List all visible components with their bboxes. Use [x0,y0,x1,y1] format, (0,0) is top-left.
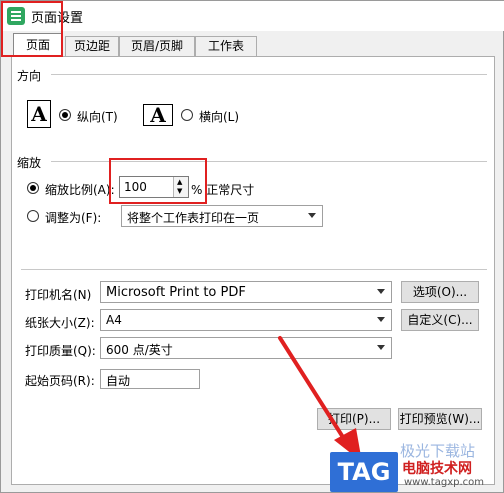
page-setup-dialog: 页面设置 页边距 页眉/页脚 工作表 页面 方向 A 纵向(T) A 横向(L)… [0,0,504,493]
watermark-site-name: 电脑技术网 [402,461,472,477]
portrait-label[interactable]: 纵向(T) [77,108,118,125]
printer-separator [21,269,487,270]
tab-margins[interactable]: 页边距 [65,36,119,56]
paper-size-select[interactable]: A4 [100,309,392,331]
start-page-input[interactable]: 自动 [100,369,200,389]
print-quality-label: 打印质量(Q): [25,344,96,358]
orientation-separator [51,74,487,75]
fit-radio[interactable] [27,210,39,222]
tab-worksheet[interactable]: 工作表 [195,36,257,56]
printer-options-button[interactable]: 选项(O)... [401,281,479,303]
fit-select[interactable]: 将整个工作表打印在一页 [121,205,323,227]
tab-header-footer[interactable]: 页眉/页脚 [119,36,195,56]
paper-size-label: 纸张大小(Z): [25,316,95,330]
tag-logo: TAG [330,452,398,492]
print-quality-value: 600 点/英寸 [106,343,173,357]
portrait-radio[interactable] [59,109,71,121]
paper-size-value: A4 [106,313,122,327]
chevron-down-icon [377,317,385,322]
printer-select[interactable]: Microsoft Print to PDF [100,281,392,303]
landscape-icon: A [143,104,173,126]
portrait-icon: A [27,100,51,128]
watermark-url: www.tagxp.com [404,477,484,488]
chevron-down-icon [308,213,316,218]
landscape-label[interactable]: 横向(L) [199,108,239,125]
custom-size-button[interactable]: 自定义(C)... [401,309,479,331]
chevron-down-icon [377,345,385,350]
chevron-down-icon [377,289,385,294]
scale-label[interactable]: 缩放比例(A): [45,181,115,198]
arrow-shaft [278,336,348,444]
highlight-box-tab [1,1,63,57]
title-bar[interactable]: 页面设置 [1,1,504,31]
printer-name-label: 打印机名(N) [25,288,92,302]
start-page-label: 起始页码(R): [25,374,95,388]
fit-select-value: 将整个工作表打印在一页 [127,211,260,225]
orientation-section-label: 方向 [17,67,46,84]
highlight-box-scale [109,158,207,204]
red-arrow-annotation [278,336,362,462]
scale-radio[interactable] [27,182,39,194]
scaling-section-label: 缩放 [17,154,46,171]
landscape-radio[interactable] [181,109,193,121]
start-page-value[interactable]: 自动 [106,372,130,389]
print-preview-button[interactable]: 打印预览(W)... [398,408,482,430]
printer-select-value: Microsoft Print to PDF [106,285,246,300]
fit-label[interactable]: 调整为(F): [45,209,101,226]
